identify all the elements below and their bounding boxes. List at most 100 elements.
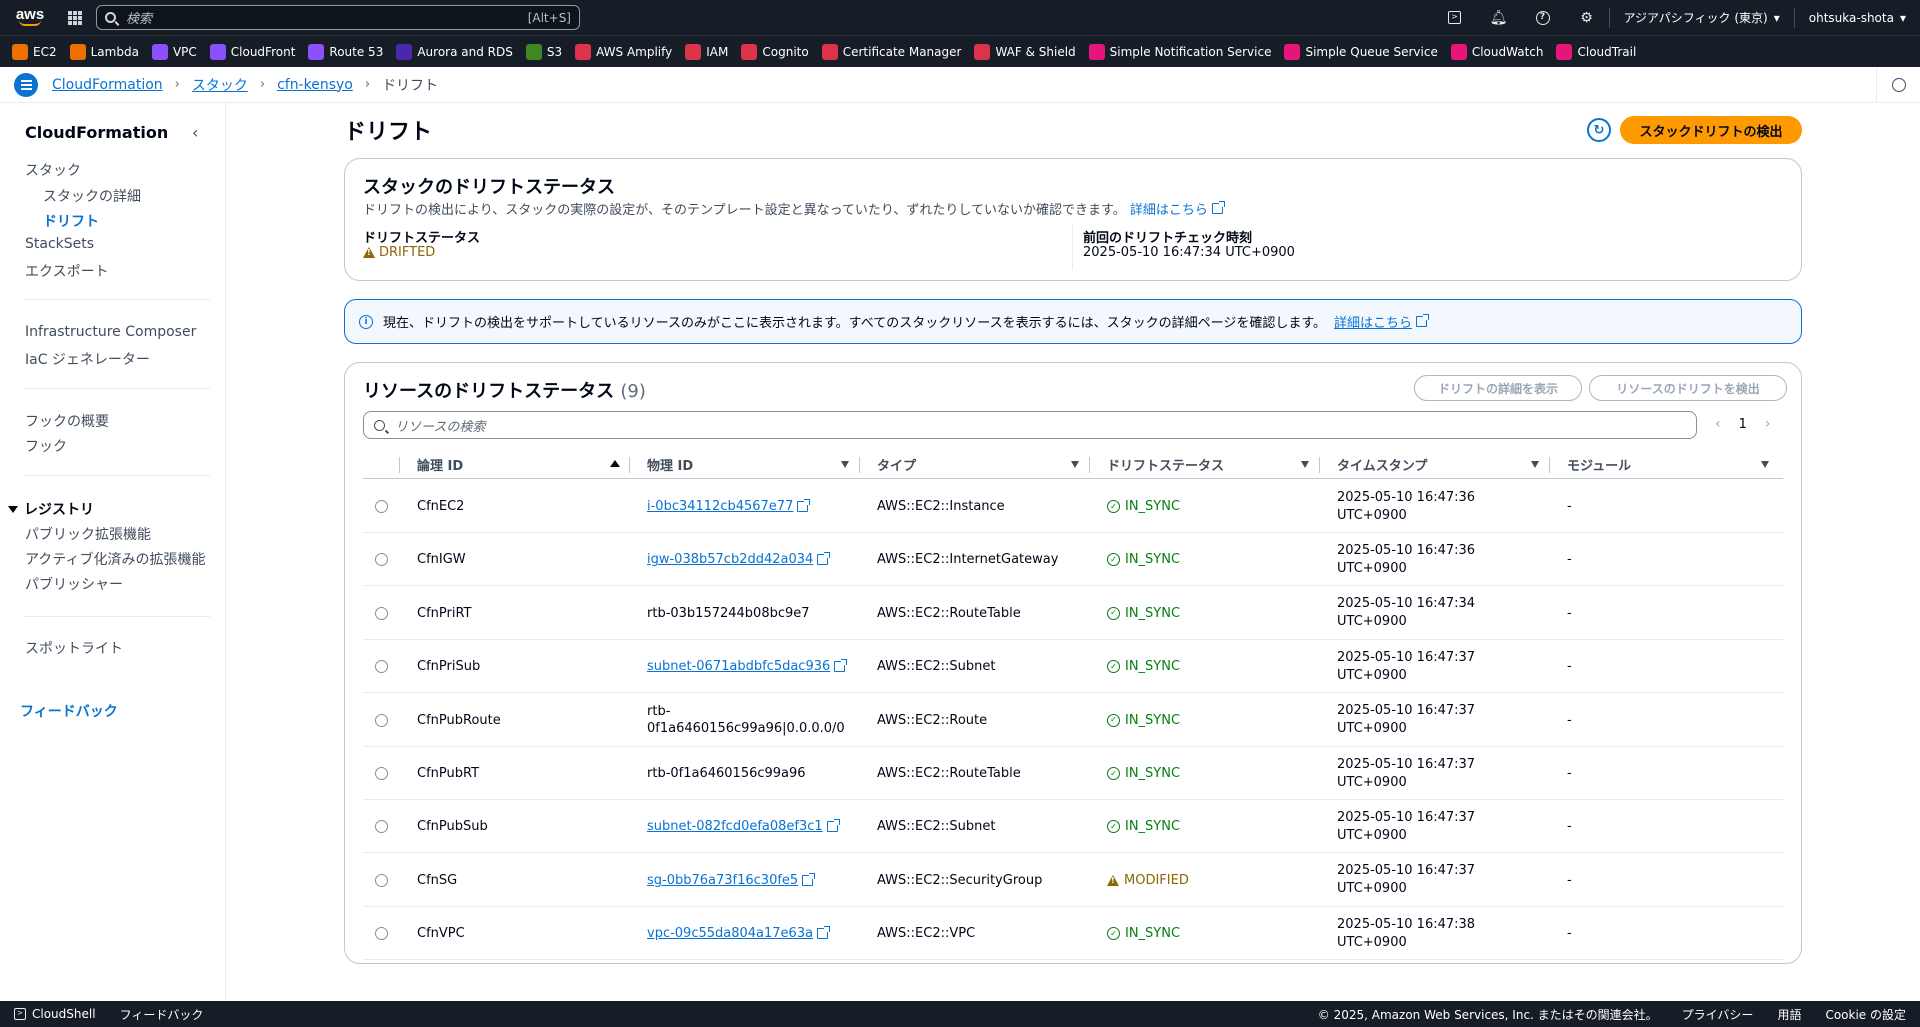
service-shortcut[interactable]: AWS Amplify	[575, 43, 672, 60]
row-select-radio[interactable]	[375, 767, 388, 780]
service-shortcut[interactable]: WAF & Shield	[974, 43, 1076, 60]
physical-id-link[interactable]: vpc-09c55da804a17e63a	[647, 926, 831, 941]
service-shortcut[interactable]: IAM	[685, 43, 728, 60]
row-select-radio[interactable]	[375, 660, 388, 674]
tools-panel-button[interactable]	[1876, 66, 1920, 103]
service-shortcut[interactable]: CloudFront	[209, 43, 295, 60]
global-search-input[interactable]: 検索 [Alt+S]	[96, 5, 580, 30]
service-shortcut[interactable]: Lambda	[69, 43, 139, 60]
view-drift-details-button[interactable]: ドリフトの詳細を表示	[1414, 375, 1582, 401]
footer-terms-link[interactable]: 用語	[1777, 1006, 1801, 1023]
column-physical-id[interactable]: 物理 ID	[647, 449, 857, 479]
region-selector[interactable]: アジアパシフィック (東京) ▾	[1610, 0, 1794, 35]
timestamp-date: 2025-05-10 16:47:34	[1337, 596, 1476, 612]
detect-stack-drift-button[interactable]: スタックドリフトの検出	[1620, 116, 1802, 144]
sidebar-item-public-extensions[interactable]: パブリック拡張機能	[25, 524, 151, 544]
sidebar-close-icon[interactable]: ‹	[192, 123, 198, 142]
service-shortcut[interactable]: CloudWatch	[1450, 43, 1543, 60]
row-select-radio[interactable]	[375, 553, 388, 567]
sidebar-item-spotlight[interactable]: スポットライト	[25, 638, 123, 658]
footer-feedback-link[interactable]: フィードバック	[120, 1006, 204, 1023]
sidebar-item-activated-extensions[interactable]: アクティブ化済みの拡張機能	[25, 549, 205, 569]
aws-logo[interactable]: aws	[0, 0, 58, 35]
sidebar-title[interactable]: CloudFormation	[25, 123, 168, 142]
table-row[interactable]: CfnPriRT rtb-03b157244b08bc9e7 AWS::EC2::R…	[363, 587, 1783, 640]
learn-more-link[interactable]: 詳細はこちら	[1130, 199, 1225, 218]
current-page[interactable]: 1	[1739, 417, 1747, 432]
description-text: ドリフトの検出により、スタックの実際の設定が、そのテンプレート設定と異なっていた…	[363, 203, 1126, 218]
table-row[interactable]: CfnPubRoute rtb- 0f1a6460156c99a96|0.0.0.0…	[363, 694, 1783, 747]
row-select-radio[interactable]	[375, 713, 388, 727]
user-menu[interactable]: ohtsuka-shota ▾	[1795, 0, 1920, 35]
service-shortcut[interactable]: Route 53	[308, 43, 383, 60]
column-module[interactable]: モジュール	[1567, 449, 1777, 479]
service-shortcut[interactable]: Certificate Manager	[821, 43, 961, 60]
sidebar-item-stack-details[interactable]: スタックの詳細	[43, 186, 141, 206]
sidebar-item-drift[interactable]: ドリフト	[43, 211, 99, 231]
refresh-icon: ↻	[1593, 122, 1605, 138]
module-cell: -	[1567, 854, 1572, 907]
breadcrumb-stack-name[interactable]: cfn-kensyo	[277, 77, 353, 93]
info-learn-more-link[interactable]: 詳細はこちら	[1334, 312, 1430, 331]
sidebar-item-hooks[interactable]: フック	[25, 436, 67, 456]
refresh-button[interactable]: ↻	[1587, 118, 1611, 142]
side-nav-toggle[interactable]	[14, 72, 38, 97]
physical-id-link[interactable]: i-0bc34112cb4567e77	[647, 499, 811, 514]
column-timestamp[interactable]: タイムスタンプ	[1337, 449, 1547, 479]
service-icon	[308, 43, 325, 60]
table-row[interactable]: CfnPubRT rtb-0f1a6460156c99a96 AWS::EC2::R…	[363, 747, 1783, 800]
sidebar-item-iac-generator[interactable]: IaC ジェネレーター	[25, 349, 150, 369]
service-shortcut[interactable]: CloudTrail	[1556, 43, 1636, 60]
physical-id-link[interactable]: igw-038b57cb2dd42a034	[647, 552, 831, 567]
sidebar-section-registry[interactable]: レジストリ	[8, 499, 94, 519]
detect-resource-drift-button[interactable]: リソースのドリフトを検出	[1589, 375, 1787, 401]
breadcrumb-stacks[interactable]: スタック	[192, 75, 248, 95]
footer-cookie-link[interactable]: Cookie の設定	[1825, 1006, 1906, 1023]
resource-search-input[interactable]: リソースの検索	[363, 411, 1697, 439]
services-menu-button[interactable]	[58, 0, 92, 35]
row-select-radio[interactable]	[375, 820, 388, 834]
sidebar-item-hooks-overview[interactable]: フックの概要	[25, 411, 109, 431]
notifications-button[interactable]: 🔔︎	[1477, 0, 1521, 35]
footer-privacy-link[interactable]: プライバシー	[1682, 1006, 1754, 1023]
row-select-radio[interactable]	[375, 873, 388, 887]
row-select-radio[interactable]	[375, 500, 388, 513]
row-select-radio[interactable]	[375, 927, 388, 941]
physical-id-link[interactable]: subnet-082fcd0efa08ef3c1	[647, 819, 840, 834]
sidebar-item-exports[interactable]: エクスポート	[25, 261, 109, 281]
service-shortcut[interactable]: Cognito	[741, 43, 809, 60]
check-circle-icon: ✓	[1107, 500, 1120, 513]
footer-cloudshell-button[interactable]: > CloudShell	[14, 1007, 96, 1021]
chevron-right-icon[interactable]: ›	[1765, 416, 1771, 432]
table-row[interactable]: CfnVPC vpc-09c55da804a17e63a AWS::EC2::VPC…	[363, 907, 1783, 961]
help-button[interactable]: ?	[1521, 0, 1565, 35]
sidebar-item-infrastructure-composer[interactable]: Infrastructure Composer	[25, 324, 196, 340]
service-shortcut[interactable]: Simple Notification Service	[1088, 43, 1271, 60]
cloudshell-button[interactable]: >	[1433, 0, 1477, 35]
column-logical-id[interactable]: 論理 ID	[417, 449, 627, 479]
table-row[interactable]: CfnPriSub subnet-0671abdbfc5dac936 AWS::EC…	[363, 640, 1783, 694]
table-row[interactable]: CfnIGW igw-038b57cb2dd42a034 AWS::EC2::Int…	[363, 533, 1783, 587]
chevron-left-icon[interactable]: ‹	[1715, 416, 1721, 432]
table-row[interactable]: CfnEC2 i-0bc34112cb4567e77 AWS::EC2::Insta…	[363, 480, 1783, 533]
physical-id-link[interactable]: subnet-0671abdbfc5dac936	[647, 659, 848, 674]
row-select-radio[interactable]	[375, 606, 388, 620]
service-label: Aurora and RDS	[417, 44, 513, 59]
service-shortcut[interactable]: Aurora and RDS	[396, 43, 513, 60]
filter-icon	[841, 461, 849, 468]
service-shortcut[interactable]: EC2	[12, 43, 57, 60]
table-row[interactable]: CfnSG sg-0bb76a73f16c30fe5 AWS::EC2::Secur…	[363, 854, 1783, 907]
service-shortcut[interactable]: Simple Queue Service	[1284, 43, 1438, 60]
service-shortcut[interactable]: S3	[525, 43, 562, 60]
column-drift-status[interactable]: ドリフトステータス	[1107, 449, 1317, 479]
sidebar-item-publisher[interactable]: パブリッシャー	[25, 574, 123, 594]
table-row[interactable]: CfnPubSub subnet-082fcd0efa08ef3c1 AWS::EC…	[363, 800, 1783, 854]
settings-button[interactable]: ⚙	[1565, 0, 1609, 35]
sidebar-feedback-link[interactable]: フィードバック	[20, 701, 118, 721]
sidebar-item-stacksets[interactable]: StackSets	[25, 236, 94, 252]
column-type[interactable]: タイプ	[877, 449, 1087, 479]
service-shortcut[interactable]: VPC	[151, 43, 197, 60]
physical-id-link[interactable]: sg-0bb76a73f16c30fe5	[647, 872, 816, 888]
breadcrumb-cloudformation[interactable]: CloudFormation	[52, 77, 163, 93]
sidebar-item-stacks[interactable]: スタック	[25, 160, 81, 180]
